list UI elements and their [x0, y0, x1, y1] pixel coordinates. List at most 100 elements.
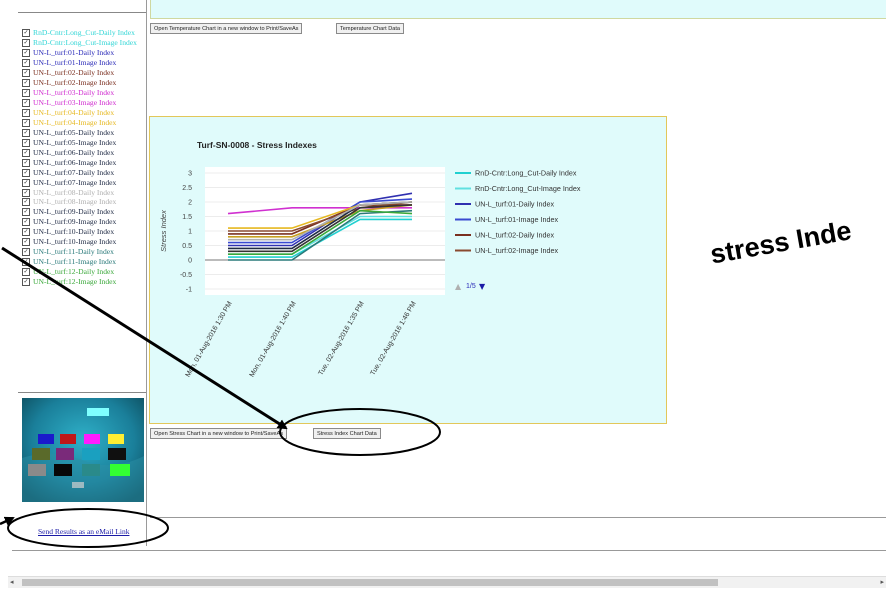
series-item[interactable]: ✓ UN-L_turf:08-Daily Index — [22, 188, 146, 198]
legend-label: UN-L_turf:02-Daily Index — [475, 231, 555, 240]
series-label: UN-L_turf:06-Image Index — [33, 157, 117, 167]
series-item[interactable]: ✓ UN-L_turf:08-Image Index — [22, 197, 146, 207]
series-checkbox[interactable]: ✓ — [22, 198, 30, 207]
series-label: UN-L_turf:11-Image Index — [33, 257, 117, 267]
series-item[interactable]: ✓ UN-L_turf:10-Image Index — [22, 237, 146, 247]
series-checkbox[interactable]: ✓ — [22, 248, 30, 257]
legend-label: RnD-Cntr:Long_Cut-Daily Index — [475, 169, 577, 178]
content-divider — [150, 517, 886, 518]
legend-label: UN-L_turf:01-Daily Index — [475, 200, 555, 209]
temperature-chart-data-button[interactable]: Temperature Chart Data — [336, 23, 405, 34]
series-item[interactable]: ✓ UN-L_turf:10-Daily Index — [22, 227, 146, 237]
y-tick-label: 2.5 — [182, 185, 192, 192]
series-checkbox[interactable]: ✓ — [22, 118, 30, 127]
series-item[interactable]: ✓ UN-L_turf:05-Image Index — [22, 138, 146, 148]
series-checkbox[interactable]: ✓ — [22, 158, 30, 167]
stress-index-callout: stress Inde — [708, 215, 854, 270]
series-item[interactable]: ✓ UN-L_turf:09-Image Index — [22, 217, 146, 227]
email-results-link[interactable]: Send Results as an eMail Link — [38, 527, 129, 536]
series-label: UN-L_turf:09-Daily Index — [33, 207, 115, 217]
series-item[interactable]: ✓ UN-L_turf:07-Daily Index — [22, 168, 146, 178]
stress-index-chart-data-button[interactable]: Stress Index Chart Data — [313, 428, 381, 439]
series-label: RnD-Cntr:Long_Cut-Daily Index — [33, 28, 135, 37]
series-label: UN-L_turf:02-Image Index — [33, 77, 117, 87]
legend-label: UN-L_turf:02-Image Index — [475, 246, 559, 255]
series-item[interactable]: ✓ UN-L_turf:07-Image Index — [22, 178, 146, 188]
series-checkbox[interactable]: ✓ — [22, 268, 30, 277]
series-label: UN-L_turf:07-Image Index — [33, 177, 117, 187]
series-checkbox[interactable]: ✓ — [22, 258, 30, 267]
series-item[interactable]: ✓ UN-L_turf:11-Image Index — [22, 257, 146, 267]
series-label: UN-L_turf:04-Daily Index — [33, 107, 115, 117]
footer-divider — [12, 550, 886, 551]
series-item[interactable]: ✓ UN-L_turf:11-Daily Index — [22, 247, 146, 257]
series-checkbox[interactable]: ✓ — [22, 68, 30, 77]
series-checkbox[interactable]: ✓ — [22, 238, 30, 247]
scroll-left-icon[interactable]: ◂ — [10, 577, 14, 588]
series-checkbox[interactable]: ✓ — [22, 29, 30, 37]
series-checkbox[interactable]: ✓ — [22, 88, 30, 97]
series-checkbox[interactable]: ✓ — [22, 98, 30, 107]
series-label: UN-L_turf:01-Daily Index — [33, 47, 115, 57]
series-item[interactable]: ✓ UN-L_turf:12-Image Index — [22, 277, 146, 287]
y-tick-label: 1 — [188, 229, 192, 236]
series-item[interactable]: ✓ UN-L_turf:06-Daily Index — [22, 148, 146, 158]
series-label: UN-L_turf:08-Daily Index — [33, 187, 115, 197]
turf-camera-image — [22, 398, 144, 502]
series-checkbox[interactable]: ✓ — [22, 58, 30, 67]
series-item[interactable]: ✓ UN-L_turf:01-Daily Index — [22, 48, 146, 58]
series-checkbox[interactable]: ✓ — [22, 128, 30, 137]
scroll-right-icon[interactable]: ▸ — [880, 577, 884, 588]
series-checkbox[interactable]: ✓ — [22, 178, 30, 187]
series-item[interactable]: ✓ UN-L_turf:02-Daily Index — [22, 68, 146, 78]
series-checkbox[interactable]: ✓ — [22, 218, 30, 227]
series-label: UN-L_turf:08-Image Index — [33, 197, 117, 207]
chart-title: Turf-SN-0008 - Stress Indexes — [197, 140, 317, 150]
legend-label: RnD-Cntr:Long_Cut-Image Index — [475, 184, 581, 193]
series-checkbox[interactable]: ✓ — [22, 168, 30, 177]
series-item[interactable]: ✓ RnD-Cntr:Long_Cut-Image Index — [22, 38, 146, 48]
x-tick-label: Tue, 02-Aug-2016 1:46 PM — [370, 300, 418, 377]
series-item[interactable]: ✓ UN-L_turf:02-Image Index — [22, 78, 146, 88]
series-checkbox[interactable]: ✓ — [22, 108, 30, 117]
stress-index-chart: Turf-SN-0008 - Stress Indexes 3 2.5 2 1.5 1 0.… — [159, 140, 581, 378]
series-item[interactable]: ✓ UN-L_turf:04-Daily Index — [22, 108, 146, 118]
series-item[interactable]: ✓ UN-L_turf:12-Daily Index — [22, 267, 146, 277]
series-checkbox[interactable]: ✓ — [22, 148, 30, 157]
series-item[interactable]: ✓ UN-L_turf:03-Image Index — [22, 98, 146, 108]
legend-page-down-icon[interactable]: ▼ — [479, 282, 486, 291]
y-tick-label: -1 — [186, 287, 192, 294]
series-item[interactable]: ✓ RnD-Cntr:Long_Cut-Daily Index — [22, 28, 146, 38]
series-label: UN-L_turf:05-Daily Index — [33, 127, 115, 137]
series-sidebar: ✓ RnD-Cntr:Long_Cut-Daily Index ✓ RnD-Cntr:… — [18, 0, 147, 546]
scrollbar-thumb[interactable] — [22, 579, 718, 586]
open-stress-chart-button[interactable]: Open Stress Chart in a new window to Pri… — [150, 428, 288, 439]
series-checkbox[interactable]: ✓ — [22, 188, 30, 197]
series-item[interactable]: ✓ UN-L_turf:01-Image Index — [22, 58, 146, 68]
series-item[interactable]: ✓ UN-L_turf:06-Image Index — [22, 158, 146, 168]
horizontal-scrollbar[interactable]: ◂ ▸ — [8, 576, 886, 588]
series-label: UN-L_turf:06-Daily Index — [33, 147, 115, 157]
series-label: UN-L_turf:01-Image Index — [33, 57, 117, 67]
series-label: UN-L_turf:07-Daily Index — [33, 167, 115, 177]
series-item[interactable]: ✓ UN-L_turf:09-Daily Index — [22, 207, 146, 217]
series-checkbox[interactable]: ✓ — [22, 208, 30, 217]
series-checkbox[interactable]: ✓ — [22, 278, 30, 287]
legend-pager-label: 1/5 — [466, 283, 476, 290]
legend-page-up-icon[interactable]: ▲ — [455, 282, 462, 291]
stress-chart-panel: Turf-SN-0008 - Stress Indexes 3 2.5 2 1.5 1 0.… — [149, 116, 667, 424]
series-checkbox[interactable]: ✓ — [22, 78, 30, 87]
y-tick-label: -0.5 — [180, 272, 192, 279]
series-item[interactable]: ✓ UN-L_turf:03-Daily Index — [22, 88, 146, 98]
series-checkbox[interactable]: ✓ — [22, 228, 30, 237]
series-checkbox[interactable]: ✓ — [22, 48, 30, 57]
series-checkbox[interactable]: ✓ — [22, 38, 30, 47]
series-checkbox[interactable]: ✓ — [22, 138, 30, 147]
open-temperature-chart-button[interactable]: Open Temperature Chart in a new window t… — [150, 23, 303, 34]
y-tick-label: 3 — [188, 171, 192, 178]
x-tick-label: Mon, 01-Aug-2016 1:30 PM — [185, 300, 234, 378]
series-item[interactable]: ✓ UN-L_turf:04-Image Index — [22, 118, 146, 128]
series-item[interactable]: ✓ UN-L_turf:05-Daily Index — [22, 128, 146, 138]
y-tick-label: 2 — [188, 200, 192, 207]
y-tick-label: 0 — [188, 258, 192, 265]
